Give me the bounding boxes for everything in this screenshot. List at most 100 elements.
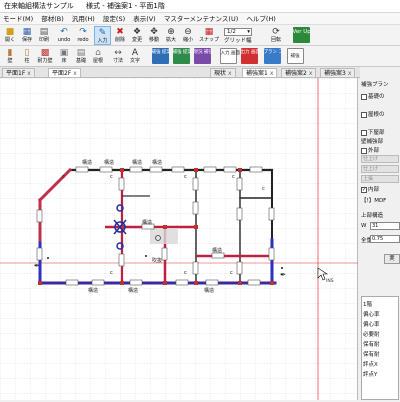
marker-label: c [184,270,187,276]
chevron-down-icon: ▾ [247,29,250,35]
reinforce-proposal-button-2[interactable]: 補強 提案 [171,47,192,66]
zoom-in-icon: ⊕ [167,27,175,37]
close-icon[interactable]: x [270,70,274,77]
input-button[interactable]: ✎ 入力 [94,26,111,45]
checkbox[interactable] [361,147,367,154]
checkbox[interactable] [361,186,367,193]
redo-button[interactable]: ↷ redo [74,26,92,45]
outer-checkbox[interactable]: 外部 [361,146,379,154]
close-icon[interactable]: x [73,70,77,77]
move-button[interactable]: ✥ 移動 [146,26,162,45]
finish-field[interactable]: 仕上げ [361,155,399,163]
menu-general[interactable]: 汎用(H) [69,13,98,24]
folder-icon: ■ [5,27,15,37]
column-icon: ▯ [24,48,30,58]
grid-width-label: グリッド幅 [224,38,252,44]
floor-plan-svg[interactable]: 構造 構造 構造 構造 構造 構造 構造 構造 構造 吹抜 c c c c c … [0,78,358,400]
undo-icon: ↶ [60,27,68,37]
member-toolbar: ▮ 壁 ▯ 柱 ▩ 耐力壁 ▣ 床 ▤ 基礎 ⌂ 屋根 ↔ 寸法 A 文字 補強 提案 補強 提… [0,46,400,67]
wall-value-input[interactable]: 31 [370,222,400,230]
wall-label: 構造 [142,219,152,226]
verup-button[interactable]: Ver Up [290,26,312,45]
plan-copy-button[interactable]: プラン コピー [262,47,292,66]
main-toolbar: ■ 開く ▦ 保存 ▤ 印刷 ↶ undo ↷ redo ✎ 入力 ✖ 削除 ❖ 変更 ✥ 移動 … [0,25,400,46]
output-screen-button[interactable]: 出力 画面 [239,47,260,66]
selection-area[interactable] [150,228,178,244]
menu-master[interactable]: マスターメンテナンス(U) [161,13,241,24]
zoom-in-button[interactable]: ⊕ 拡大 [163,26,179,45]
close-icon[interactable]: x [27,70,31,77]
eval-row: 保有耐 [363,352,380,358]
menu-view[interactable]: 表示(V) [130,13,159,24]
tab-current[interactable]: 現状 x [210,68,236,77]
roof-tool-button[interactable]: ⌂ 屋根 [90,47,106,66]
execute-button[interactable]: 実 [384,254,400,264]
checkbox[interactable] [361,111,367,118]
panel-header: 補強プラン [361,82,389,88]
wall-tool-button[interactable]: ▮ 壁 [2,47,18,66]
scale-select[interactable]: 1/2 ▾ [224,28,252,36]
close-icon[interactable]: x [348,70,352,77]
property-panel: 補強プラン 基礎の 屋根の 下屋部 壁補強部 外部 仕上げ 仕上げ 上張 内部 … [360,78,400,400]
pen-icon: ✒ [280,271,286,279]
zoom-out-button[interactable]: ⊖ 縮小 [180,26,196,45]
close-icon[interactable]: x [309,70,313,77]
input-screen-button[interactable]: 入力 画面 [218,47,240,66]
menu-mode[interactable]: モード(M) [0,13,36,24]
wall-label: 構造 [88,287,98,294]
rotate-icon: ⟳ [272,27,280,37]
roof-checkbox[interactable]: 屋根の [361,110,385,118]
wall-value-label: W [361,223,367,229]
output-screen-badge: 出力 画面 [240,48,260,64]
reinforce-proposal-button-1[interactable]: 補強 提案 [150,47,171,66]
save-button[interactable]: ▦ 保存 [19,26,35,45]
finish-field[interactable]: 仕上げ [361,165,399,173]
delete-button[interactable]: ✖ 削除 [112,26,128,45]
eval-row: 1階 [363,302,372,308]
snap-grid-icon: ▦ [204,27,214,37]
tab-floor-2f[interactable]: 平面2F x [48,68,81,77]
menu-member[interactable]: 部材(B) [38,13,67,24]
inner-checkbox[interactable]: 内部 [361,185,379,193]
overlay-field[interactable]: 上張 [361,175,399,183]
marker-label: c [110,270,113,276]
proposal-badge-1: 補強 提案 [151,48,171,64]
checkbox[interactable] [361,129,367,136]
grid-background [0,78,358,400]
marker-label: c [184,174,187,180]
foundation-tool-button[interactable]: ▤ 基礎 [73,47,89,66]
lower-roof-checkbox[interactable]: 下屋部 [361,128,385,136]
tab-floor-1f[interactable]: 平面1F x [2,68,35,77]
print-button[interactable]: ▤ 印刷 [36,26,52,45]
rotate-button[interactable]: ⟳ 回転 [268,26,284,45]
eval-row: 評点Y [363,372,378,378]
menu-settings[interactable]: 設定(S) [100,13,128,24]
tab-proposal-2[interactable]: 補強案2 x [281,68,317,77]
text-tool-button[interactable]: A 文字 [127,47,143,66]
menu-help[interactable]: ヘルプ(H) [243,13,278,24]
foundation-checkbox[interactable]: 基礎の [361,92,385,100]
drawing-canvas[interactable]: 構造 構造 構造 構造 構造 構造 構造 構造 構造 吹抜 c c c c c … [0,78,358,400]
tab-proposal-1[interactable]: 補強案1 x [242,68,278,77]
bearing-wall-tool-button[interactable]: ▩ 耐力壁 [36,47,54,66]
checkbox[interactable] [361,93,367,100]
marker-label: c [232,174,235,180]
tab-proposal-3[interactable]: 補強案3 x [320,68,356,77]
reinforce-button[interactable]: 補強 [285,47,305,66]
close-icon[interactable]: x [228,70,232,77]
full-weight-input[interactable]: 0.75 [370,235,400,243]
current-reinforce-button[interactable]: 現況 補強 [192,47,213,66]
snap-button[interactable]: ▦ スナップ [198,26,220,45]
cursor-label: INS [326,278,334,284]
dimension-tool-button[interactable]: ↔ 寸法 [110,47,126,66]
column-tool-button[interactable]: ▯ 柱 [19,47,35,66]
wall-label: 構造 [152,159,162,166]
open-button[interactable]: ■ 開く [2,26,18,45]
modify-button[interactable]: ❖ 変更 [129,26,145,45]
mdf-label: 【!】MDF [361,198,387,204]
evaluation-list: 1階 偏心率 偏心率 必要耐 保有耐 保有耐 評点X 評点Y [361,296,399,400]
floor-tool-button[interactable]: ▣ 床 [56,47,72,66]
undo-button[interactable]: ↶ undo [55,26,73,45]
marker-label: c [62,174,65,180]
marker-label: c [110,174,113,180]
